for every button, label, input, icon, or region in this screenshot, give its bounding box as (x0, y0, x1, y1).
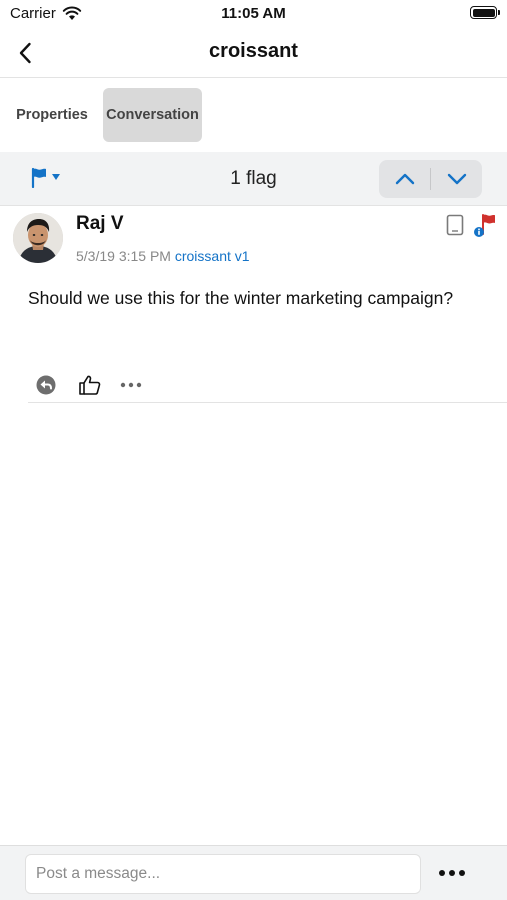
more-icon-dot (459, 870, 465, 876)
version-link[interactable]: croissant v1 (175, 248, 250, 264)
like-button[interactable] (77, 374, 103, 396)
flag-navigation-bar: 1 flag (0, 152, 507, 206)
tablet-icon (446, 214, 464, 236)
comment-text: Should we use this for the winter market… (28, 288, 454, 308)
composer-more-button[interactable] (436, 861, 468, 885)
more-icon-dot (449, 870, 455, 876)
status-bar: Carrier 11:05 AM (0, 0, 507, 28)
comment-timestamp: 5/3/19 3:15 PM (76, 248, 171, 264)
previous-flag-button[interactable] (379, 160, 430, 198)
author-name: Raj V (76, 213, 124, 234)
chevron-up-icon (395, 173, 414, 185)
reply-icon (36, 375, 56, 394)
comment-item: Raj V 5/3/19 3:15 PM croissant v1 Should… (0, 207, 507, 403)
avatar-image (13, 213, 63, 263)
page-title: croissant (209, 40, 298, 62)
thumbs-up-icon (79, 375, 101, 395)
avatar[interactable] (13, 213, 63, 263)
more-icon (120, 382, 142, 387)
flag-stepper (379, 160, 482, 198)
status-time: 11:05 AM (221, 5, 286, 22)
tab-conversation[interactable]: Conversation (103, 88, 202, 142)
comment-actions (28, 367, 507, 403)
next-flag-button[interactable] (431, 160, 482, 198)
tab-bar: Properties Conversation (0, 80, 507, 152)
more-options-button[interactable] (119, 382, 143, 388)
reply-button[interactable] (35, 375, 57, 395)
message-composer (0, 845, 507, 900)
more-icon-dot (439, 870, 445, 876)
navigation-bar: croissant (0, 28, 507, 78)
battery-icon (470, 6, 500, 19)
tab-properties[interactable]: Properties (8, 88, 96, 142)
chevron-down-icon (447, 173, 466, 185)
message-input[interactable] (25, 854, 421, 894)
comment-meta: 5/3/19 3:15 PM croissant v1 (76, 248, 250, 264)
red-flag-icon[interactable] (473, 212, 497, 238)
